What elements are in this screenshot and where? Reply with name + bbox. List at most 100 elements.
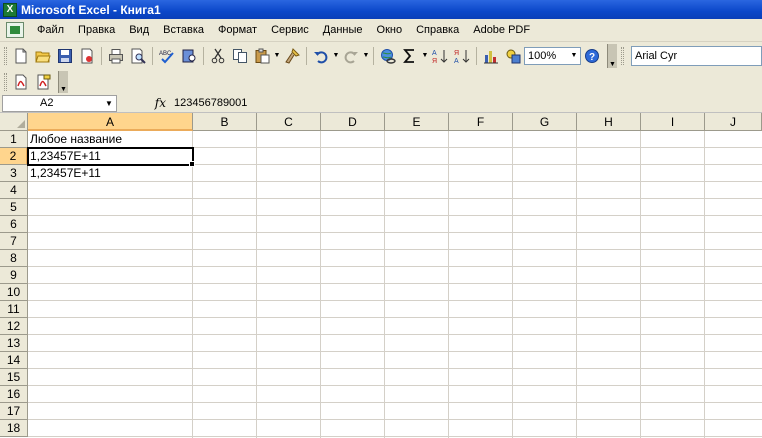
row-header-11[interactable]: 11 [0, 301, 28, 318]
cell-a1[interactable]: Любое название [28, 131, 193, 148]
redo-dropdown[interactable]: ▼ [362, 52, 370, 59]
menu-insert[interactable]: Вставка [156, 20, 211, 41]
column-header-a[interactable]: A [28, 113, 193, 131]
chart-wizard-button[interactable] [480, 45, 502, 67]
menu-tools[interactable]: Сервис [264, 20, 316, 41]
pdf-toolbar-options-chevron[interactable]: ▼ [58, 70, 68, 93]
row-header-16[interactable]: 16 [0, 386, 28, 403]
name-box-dropdown-arrow[interactable]: ▼ [102, 99, 116, 108]
zoom-dropdown-arrow[interactable]: ▼ [568, 48, 580, 64]
row-header-17[interactable]: 17 [0, 403, 28, 420]
new-button[interactable] [10, 45, 32, 67]
convert-to-pdf-button[interactable] [10, 71, 32, 93]
column-header-e[interactable]: E [385, 113, 449, 131]
row-header-3[interactable]: 3 [0, 165, 28, 182]
name-box[interactable]: A2 ▼ [2, 94, 117, 112]
copy-icon [233, 48, 247, 63]
row-header-8[interactable]: 8 [0, 250, 28, 267]
gridline [28, 368, 762, 369]
toolbar-grip[interactable] [4, 72, 7, 91]
gridline [28, 436, 762, 437]
row-header-2[interactable]: 2 [0, 148, 28, 165]
column-header-g[interactable]: G [513, 113, 577, 131]
formula-input[interactable]: 123456789001 [172, 95, 762, 112]
help-button[interactable]: ? [581, 45, 603, 67]
copy-button[interactable] [229, 45, 251, 67]
undo-button[interactable] [310, 45, 332, 67]
menu-view[interactable]: Вид [122, 20, 156, 41]
toolbar-separator [101, 46, 102, 65]
font-name-combobox[interactable]: Arial Cyr [631, 45, 762, 66]
row-header-10[interactable]: 10 [0, 284, 28, 301]
toolbar-grip[interactable] [4, 46, 7, 65]
row-header-14[interactable]: 14 [0, 352, 28, 369]
formatting-toolbar-grip[interactable] [621, 46, 624, 65]
cell-a2[interactable]: 1,23457E+11 [28, 148, 193, 165]
menu-window[interactable]: Окно [370, 20, 410, 41]
print-button[interactable] [105, 45, 127, 67]
pdf-and-email-button[interactable] [32, 71, 54, 93]
toolbar-options-chevron[interactable]: ▼ [607, 43, 617, 68]
cell-a3[interactable]: 1,23457E+11 [28, 165, 193, 182]
column-header-i[interactable]: I [641, 113, 705, 131]
redo-button[interactable] [340, 45, 362, 67]
gridline [28, 385, 762, 386]
zoom-combobox[interactable]: 100% ▼ [524, 46, 581, 65]
row-header-18[interactable]: 18 [0, 420, 28, 437]
row-header-4[interactable]: 4 [0, 182, 28, 199]
row-header-9[interactable]: 9 [0, 267, 28, 284]
gridline [28, 402, 762, 403]
column-header-d[interactable]: D [321, 113, 385, 131]
menu-adobe-pdf[interactable]: Adobe PDF [466, 20, 537, 41]
paste-button[interactable] [251, 45, 273, 67]
excel-app-icon[interactable]: X [3, 2, 17, 17]
menu-edit[interactable]: Правка [71, 20, 122, 41]
fill-handle[interactable] [189, 161, 195, 167]
column-header-j[interactable]: J [705, 113, 762, 131]
paste-options-dropdown[interactable]: ▼ [273, 52, 281, 59]
undo-dropdown[interactable]: ▼ [332, 52, 340, 59]
column-header-b[interactable]: B [193, 113, 257, 131]
sort-descending-button[interactable]: ЯA [451, 45, 473, 67]
row-header-15[interactable]: 15 [0, 369, 28, 386]
cut-button[interactable] [207, 45, 229, 67]
column-header-c[interactable]: C [257, 113, 321, 131]
drawing-button[interactable] [502, 45, 524, 67]
menu-help[interactable]: Справка [409, 20, 466, 41]
row-header-1[interactable]: 1 [0, 131, 28, 148]
workbook-icon[interactable] [6, 22, 24, 38]
menu-format[interactable]: Формат [211, 20, 264, 41]
column-header-h[interactable]: H [577, 113, 641, 131]
save-button[interactable] [54, 45, 76, 67]
row-header-5[interactable]: 5 [0, 199, 28, 216]
sort-ascending-button[interactable]: AЯ [429, 45, 451, 67]
gridline [28, 232, 762, 233]
row-header-13[interactable]: 13 [0, 335, 28, 352]
spreadsheet-grid[interactable]: A B C D E F G H I J 1 2 3 4 5 6 7 8 9 10… [0, 113, 762, 438]
sigma-autosum-icon [403, 48, 414, 63]
gridline [576, 131, 577, 438]
hyperlink-button[interactable] [377, 45, 399, 67]
redo-arrow-icon [344, 50, 358, 63]
column-header-f[interactable]: F [449, 113, 513, 131]
new-document-icon [15, 48, 27, 63]
gridline [512, 131, 513, 438]
open-button[interactable] [32, 45, 54, 67]
research-button[interactable] [178, 45, 200, 67]
row-header-6[interactable]: 6 [0, 216, 28, 233]
menu-file[interactable]: Файл [30, 20, 71, 41]
row-header-7[interactable]: 7 [0, 233, 28, 250]
select-all-button[interactable] [0, 113, 28, 131]
format-painter-button[interactable] [281, 45, 303, 67]
print-preview-button[interactable] [127, 45, 149, 67]
gridline [448, 131, 449, 438]
permission-button[interactable] [76, 45, 98, 67]
autosum-dropdown[interactable]: ▼ [421, 52, 429, 59]
autosum-button[interactable] [399, 45, 421, 67]
row-header-12[interactable]: 12 [0, 318, 28, 335]
menu-data[interactable]: Данные [316, 20, 370, 41]
window-title: Microsoft Excel - Книга1 [21, 2, 161, 17]
spelling-button[interactable]: ABC [156, 45, 178, 67]
insert-function-button[interactable]: fx [117, 96, 172, 110]
formula-bar: A2 ▼ fx 123456789001 [0, 94, 762, 113]
